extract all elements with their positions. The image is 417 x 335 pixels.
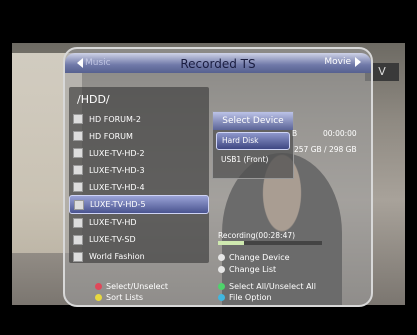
file-list-item[interactable]: HD FORUM	[69, 128, 209, 145]
file-list: HD FORUM-2 HD FORUM LUXE-TV-HD-2 LUXE-TV-HD…	[69, 111, 209, 265]
hint-text: Change Device	[229, 253, 290, 262]
blue-button-icon	[218, 294, 225, 301]
hint-text: File Option	[229, 293, 272, 302]
file-name: World Fashion	[89, 252, 145, 262]
hint-blue: File Option	[218, 293, 272, 302]
hint-text: Sort Lists	[106, 293, 144, 302]
checkbox-icon[interactable]	[73, 182, 83, 192]
duration-readout: 00:00:00	[323, 129, 357, 138]
file-list-item[interactable]: LUXE-TV-HD-2	[69, 145, 209, 162]
select-device-popup: Select Device Hard Disk USB1 (Front)	[212, 111, 294, 179]
file-list-item[interactable]: World Fashion	[69, 248, 209, 265]
checkbox-icon[interactable]	[73, 251, 83, 262]
file-name: LUXE-TV-SD	[89, 235, 136, 245]
checkbox-icon[interactable]	[73, 148, 83, 159]
checkbox-icon[interactable]	[74, 199, 84, 210]
file-name: HD FORUM-2	[89, 114, 141, 124]
button-icon	[218, 254, 225, 261]
file-list-item[interactable]: LUXE-TV-HD	[69, 214, 209, 231]
checkbox-icon[interactable]	[73, 114, 83, 125]
file-name: LUXE-TV-HD-4	[89, 182, 145, 192]
hint-red: Select/Unselect	[95, 282, 168, 291]
button-icon	[218, 266, 225, 273]
chevron-right-icon	[355, 57, 361, 67]
hint-text: Change List	[229, 265, 277, 274]
file-list-item[interactable]: HD FORUM-2	[69, 111, 209, 128]
hint-change-list: Change List	[218, 265, 276, 274]
recording-status: Recording(00:28:47)	[218, 231, 296, 240]
file-list-item[interactable]: LUXE-TV-HD-5	[69, 195, 209, 215]
hint-text: Select All/Unselect All	[229, 282, 316, 291]
current-path: /HDD/	[77, 93, 110, 106]
red-button-icon	[95, 283, 102, 290]
recording-progress	[218, 241, 322, 245]
recording-progress-fill	[218, 241, 244, 245]
hint-text: Select/Unselect	[106, 282, 169, 291]
file-name: LUXE-TV-HD-5	[90, 200, 146, 210]
recorded-ts-panel: Music Recorded TS Movie /HDD/ HD FORUM-2…	[63, 47, 373, 307]
file-list-item[interactable]: LUXE-TV-HD-3	[69, 162, 209, 179]
hint-green: Select All/Unselect All	[218, 282, 316, 291]
storage-usage: 257 GB / 298 GB	[294, 145, 357, 154]
green-button-icon	[218, 283, 225, 290]
checkbox-icon[interactable]	[73, 217, 83, 228]
file-name: HD FORUM	[89, 131, 133, 141]
checkbox-icon[interactable]	[73, 131, 83, 142]
hint-change-device: Change Device	[218, 253, 290, 262]
hint-yellow: Sort Lists	[95, 293, 143, 302]
size-suffix: B	[292, 129, 298, 138]
device-option-hard-disk[interactable]: Hard Disk	[216, 132, 290, 150]
next-tab[interactable]: Movie	[324, 57, 361, 67]
yellow-button-icon	[95, 294, 102, 301]
popup-title: Select Device	[213, 112, 293, 130]
next-tab-label: Movie	[324, 57, 351, 67]
checkbox-icon[interactable]	[73, 165, 83, 176]
file-name: LUXE-TV-HD	[89, 218, 137, 228]
file-list-item[interactable]: LUXE-TV-SD	[69, 231, 209, 248]
device-option-usb1[interactable]: USB1 (Front)	[216, 152, 290, 168]
title-bar: Music Recorded TS Movie	[65, 53, 371, 73]
file-list-item[interactable]: LUXE-TV-HD-4	[69, 179, 209, 196]
file-name: LUXE-TV-HD-3	[89, 165, 145, 175]
checkbox-icon[interactable]	[73, 234, 83, 245]
file-name: LUXE-TV-HD-2	[89, 148, 145, 158]
